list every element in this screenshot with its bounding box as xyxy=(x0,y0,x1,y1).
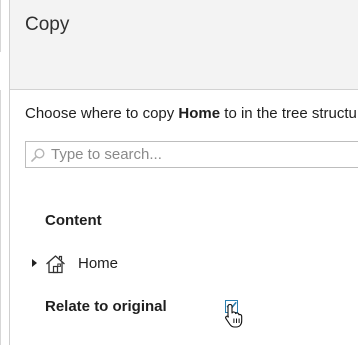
search-icon xyxy=(31,148,45,162)
search-field[interactable] xyxy=(25,141,358,168)
background-panel-edge xyxy=(0,0,10,345)
expand-arrow-icon[interactable] xyxy=(32,259,37,267)
content-heading: Content xyxy=(45,212,102,229)
tree-node-home[interactable]: Home xyxy=(30,254,230,278)
instruction-suffix: to in the tree structu xyxy=(220,105,357,122)
instruction-item: Home xyxy=(178,105,221,122)
tree-node-label: Home xyxy=(78,255,119,272)
instruction-text: Choose where to copy Home to in the tree… xyxy=(25,105,357,122)
guide-line xyxy=(0,0,1,52)
guide-line xyxy=(0,90,1,345)
search-input[interactable] xyxy=(51,143,358,166)
relate-to-original-label: Relate to original xyxy=(45,298,167,315)
relate-to-original-checkbox[interactable] xyxy=(225,300,238,313)
instruction-prefix: Choose where to copy xyxy=(25,105,179,122)
home-icon xyxy=(46,255,65,274)
dialog-title: Copy xyxy=(25,14,70,35)
dialog-header: Copy xyxy=(10,0,358,90)
dialog-body: Choose where to copy Home to in the tree… xyxy=(10,90,358,345)
